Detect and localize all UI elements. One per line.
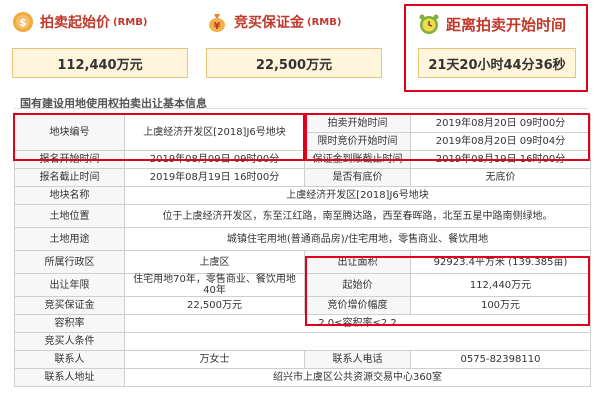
countdown-card: 距离拍卖开始时间 21天20小时44分36秒: [404, 4, 588, 92]
term-label: 出让年限: [14, 273, 125, 297]
deposit-card: ¥ 竞买保证金 (RMB) 22,500万元: [206, 8, 382, 88]
district-label: 所属行政区: [14, 250, 125, 274]
location-label: 土地位置: [14, 204, 125, 228]
contact-value: 万女士: [124, 350, 305, 369]
start-price-card: $ 拍卖起始价 (RMB) 112,440万元: [12, 8, 188, 88]
countdown-value: 21天20小时44分36秒: [418, 48, 576, 78]
usage-label: 土地用途: [14, 227, 125, 251]
conditions-label: 竞买人条件: [14, 332, 125, 351]
usage-value: 城镇住宅用地(普通商品房)/住宅用地，零售商业、餐饮用地: [124, 227, 591, 251]
signup-start-value: 2019年08月09日 09时00分: [124, 150, 305, 169]
svg-text:¥: ¥: [214, 21, 221, 32]
parcel-name-label: 地块名称: [14, 186, 125, 205]
parcel-name-value: 上虞经济开发区[2018]J6号地块: [124, 186, 591, 205]
deposit-unit: (RMB): [307, 16, 342, 28]
area-label: 出让面积: [304, 250, 411, 274]
contact-label: 联系人: [14, 350, 125, 369]
bid-start-value: 2019年08月20日 09时04分: [410, 132, 591, 151]
phone-label: 联系人电话: [304, 350, 411, 369]
deposit-table-value: 22,500万元: [124, 296, 305, 315]
start-price-table-value: 112,440万元: [410, 273, 591, 297]
signup-end-label: 报名截止时间: [14, 168, 125, 187]
increment-label: 竞价增价幅度: [304, 296, 411, 315]
parcel-no-value: 上虞经济开发区[2018]J6号地块: [124, 114, 305, 151]
deposit-title: 竞买保证金: [234, 15, 304, 31]
signup-start-label: 报名开始时间: [14, 150, 125, 169]
alarm-clock-icon: [419, 14, 439, 34]
money-bag-icon: ¥: [209, 14, 225, 32]
deposit-value: 22,500万元: [206, 48, 382, 78]
signup-end-value: 2019年08月19日 16时00分: [124, 168, 305, 187]
section-divider: [14, 108, 588, 109]
location-value: 位于上虞经济开发区，东至江红路，南至腾达路，西至春晖路，北至五星中路南侧绿地。: [124, 204, 591, 228]
svg-text:$: $: [19, 16, 27, 29]
reserve-label: 是否有底价: [304, 168, 411, 187]
increment-value: 100万元: [410, 296, 591, 315]
start-price-value: 112,440万元: [12, 48, 188, 78]
start-price-label: 起始价: [304, 273, 411, 297]
deposit-deadline-label: 保证金到账截止时间: [304, 150, 411, 169]
coin-icon: $: [13, 12, 33, 32]
start-price-unit: (RMB): [113, 16, 148, 28]
far-label: 容积率: [14, 314, 125, 333]
conditions-value: [124, 332, 591, 351]
area-value: 92923.4平方米 (139.385亩): [410, 250, 591, 274]
parcel-no-label: 地块编号: [14, 114, 125, 151]
reserve-value: 无底价: [410, 168, 591, 187]
auction-info-table: 地块编号 上虞经济开发区[2018]J6号地块 拍卖开始时间 2019年08月2…: [14, 114, 591, 387]
address-label: 联系人地址: [14, 368, 125, 387]
address-value: 绍兴市上虞区公共资源交易中心360室: [124, 368, 591, 387]
deposit-deadline-value: 2019年08月19日 16时00分: [410, 150, 591, 169]
term-value: 住宅用地70年，零售商业、餐饮用地40年: [124, 273, 305, 297]
district-value: 上虞区: [124, 250, 305, 274]
auction-start-value: 2019年08月20日 09时00分: [410, 114, 591, 133]
countdown-title: 距离拍卖开始时间: [446, 15, 567, 34]
bid-start-label: 限时竞价开始时间: [304, 132, 411, 151]
phone-value: 0575-82398110: [410, 350, 591, 369]
auction-start-label: 拍卖开始时间: [304, 114, 411, 133]
start-price-title: 拍卖起始价: [40, 15, 110, 31]
deposit-label: 竞买保证金: [14, 296, 125, 315]
far-value: 2.0≤容积率≤2.2: [124, 314, 591, 333]
